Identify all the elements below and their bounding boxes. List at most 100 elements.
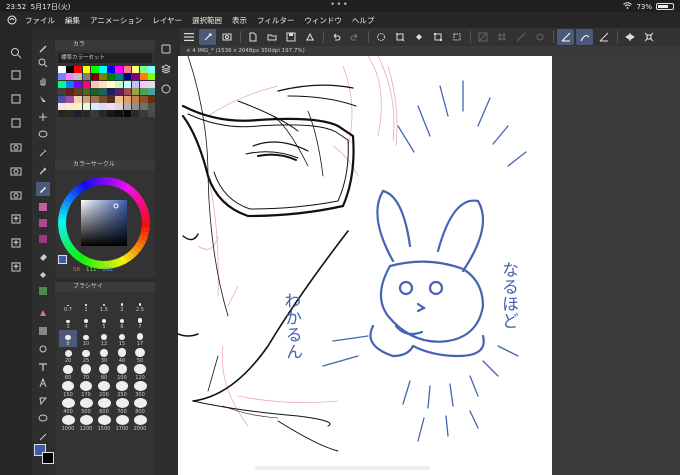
eraser-icon[interactable] <box>36 250 50 264</box>
color-swatch[interactable] <box>66 95 74 103</box>
drawing-canvas[interactable]: わかるん なるほど <box>178 56 552 475</box>
color-swatch[interactable] <box>90 102 99 110</box>
color-swatch[interactable] <box>66 102 74 110</box>
frame-icon[interactable] <box>36 324 50 338</box>
color-swatch[interactable] <box>98 102 107 110</box>
brush-size-option[interactable]: 100 <box>113 364 131 381</box>
redo-icon[interactable] <box>346 29 363 45</box>
menu-window[interactable]: ウィンドウ <box>304 15 342 26</box>
brush-size-option[interactable]: 600 <box>95 398 113 415</box>
fit-screen-icon[interactable] <box>640 29 657 45</box>
gradient-icon[interactable] <box>36 284 50 298</box>
color-swatch[interactable] <box>98 66 107 73</box>
brush-size-option[interactable]: 1.5 <box>95 296 113 313</box>
upload-icon[interactable] <box>9 212 23 226</box>
color-swatch[interactable] <box>139 95 148 103</box>
shape-icon[interactable] <box>36 306 50 320</box>
fill-bucket-icon[interactable] <box>36 268 50 282</box>
color-swatch[interactable] <box>139 66 148 73</box>
brush-size-option[interactable]: 400 <box>59 398 77 415</box>
export-icon[interactable] <box>301 29 318 45</box>
brush-size-option[interactable]: 17 <box>131 330 149 347</box>
color-swatch[interactable] <box>58 102 66 110</box>
color-swatch[interactable] <box>123 102 132 110</box>
brush-size-option[interactable]: 6 <box>113 313 131 330</box>
ruler-icon[interactable] <box>36 342 50 356</box>
save-icon[interactable] <box>282 29 299 45</box>
color-swatch[interactable] <box>66 88 74 96</box>
transform-icon[interactable] <box>391 29 408 45</box>
color-swatch[interactable] <box>107 110 115 118</box>
color-swatch[interactable] <box>131 95 140 103</box>
color-swatch[interactable] <box>74 73 83 81</box>
brush-size-option[interactable]: 170 <box>77 381 95 398</box>
color-swatch[interactable] <box>58 73 66 81</box>
color-swatch[interactable] <box>123 95 132 103</box>
brush-size-tab[interactable]: ブラシサイ <box>55 282 155 292</box>
color-swatch[interactable] <box>115 88 124 96</box>
brush-size-option[interactable]: 70 <box>77 364 95 381</box>
brush-size-option[interactable]: 40 <box>113 347 131 364</box>
brush-icon[interactable] <box>36 42 50 56</box>
camera-icon[interactable] <box>9 140 23 154</box>
brush-preset-icon[interactable] <box>36 232 50 246</box>
color-swatch[interactable] <box>66 80 74 88</box>
clear-icon[interactable] <box>372 29 389 45</box>
color-swatch[interactable] <box>74 102 83 110</box>
color-swatch[interactable] <box>115 95 124 103</box>
color-swatch[interactable] <box>107 73 115 81</box>
layer-icon[interactable] <box>9 92 23 106</box>
stroke-correction-icon[interactable] <box>576 29 593 45</box>
brush-size-option[interactable]: 5 <box>95 313 113 330</box>
color-swatch[interactable] <box>82 73 91 81</box>
brush-size-option[interactable]: 50 <box>131 347 149 364</box>
fill-icon[interactable] <box>410 29 427 45</box>
brush-size-option[interactable]: 2.5 <box>131 296 149 313</box>
brush-size-option[interactable]: 8 <box>59 330 77 347</box>
brush-size-option[interactable]: 1000 <box>59 415 77 432</box>
brush-size-option[interactable]: 250 <box>113 381 131 398</box>
layers-icon[interactable] <box>159 62 173 76</box>
brush-size-option[interactable]: 800 <box>131 398 149 415</box>
eyedropper-icon[interactable] <box>36 164 50 178</box>
color-swatch[interactable] <box>66 73 74 81</box>
menu-help[interactable]: ヘルプ <box>352 15 375 26</box>
color-swatch[interactable] <box>58 88 66 96</box>
text-icon[interactable] <box>36 360 50 374</box>
color-swatch[interactable] <box>115 73 124 81</box>
brush-size-option[interactable]: 30 <box>95 347 113 364</box>
color-swatch[interactable] <box>58 80 66 88</box>
color-swatch[interactable] <box>139 88 148 96</box>
color-swatch[interactable] <box>123 80 132 88</box>
color-swatch[interactable] <box>98 95 107 103</box>
color-swatch[interactable] <box>74 95 83 103</box>
menu-selection[interactable]: 選択範囲 <box>192 15 222 26</box>
text-icon[interactable] <box>36 376 50 390</box>
main-color-chip[interactable] <box>58 255 67 264</box>
brush-size-option[interactable]: 3 <box>59 313 77 330</box>
brush-size-option[interactable]: 12 <box>95 330 113 347</box>
brush-size-option[interactable]: 500 <box>77 398 95 415</box>
color-swatch[interactable] <box>98 80 107 88</box>
upload-icon[interactable] <box>9 260 23 274</box>
canvas-area[interactable]: わかるん なるほど <box>178 56 680 475</box>
brush-size-option[interactable]: 300 <box>131 381 149 398</box>
menu-view[interactable]: 表示 <box>232 15 247 26</box>
color-swatch[interactable] <box>123 73 132 81</box>
color-swatch[interactable] <box>82 88 91 96</box>
brush-size-option[interactable]: 10 <box>77 330 95 347</box>
color-swatch[interactable] <box>66 110 74 118</box>
color-swatch[interactable] <box>107 102 115 110</box>
color-swatch[interactable] <box>115 110 124 118</box>
balloon-icon[interactable] <box>36 394 50 408</box>
move-icon[interactable] <box>36 110 50 124</box>
brush-preset-icon[interactable] <box>36 216 50 230</box>
app-logo-icon[interactable] <box>5 13 19 27</box>
operation-icon[interactable] <box>36 92 50 106</box>
navigator-icon[interactable] <box>159 82 173 96</box>
brush-size-option[interactable]: 700 <box>113 398 131 415</box>
color-swatch[interactable] <box>82 80 91 88</box>
sub-color-swatch[interactable] <box>42 452 54 464</box>
snap-ruler-icon[interactable] <box>512 29 529 45</box>
color-swatch[interactable] <box>131 102 140 110</box>
